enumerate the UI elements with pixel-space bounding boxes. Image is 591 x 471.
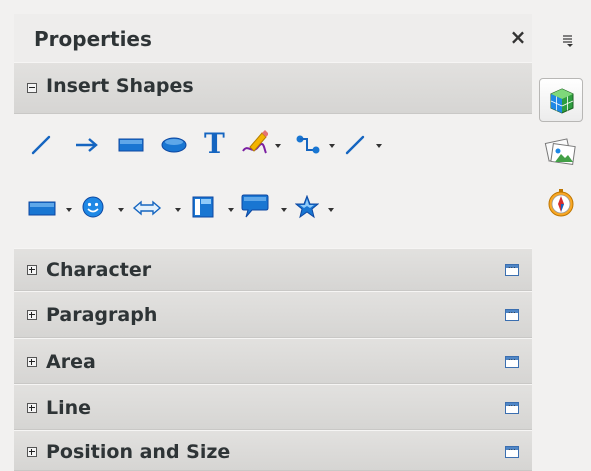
expand-icon[interactable] (27, 403, 37, 413)
ellipse-icon[interactable] (160, 136, 188, 154)
section-label: Character (46, 259, 152, 281)
section-label: Area (46, 351, 96, 373)
more-options-button[interactable] (505, 399, 519, 414)
flowchart-icon[interactable] (192, 196, 214, 218)
insert-shapes-toolbox: T (14, 114, 532, 248)
freeform-line-icon[interactable] (240, 129, 268, 157)
stars-dropdown-icon[interactable] (328, 208, 334, 212)
arrow-icon[interactable] (74, 136, 100, 154)
freeform-dropdown-icon[interactable] (275, 144, 281, 148)
section-label: Line (46, 397, 92, 419)
text-icon[interactable]: T (204, 127, 225, 160)
basic-shapes-icon[interactable] (28, 199, 56, 217)
more-options-button[interactable] (505, 443, 519, 458)
expand-icon[interactable] (27, 310, 37, 320)
callout-icon[interactable] (240, 193, 270, 219)
flowchart-dropdown-icon[interactable] (228, 208, 234, 212)
section-insert-shapes[interactable]: Insert Shapes (14, 62, 532, 114)
section-character[interactable]: Character (14, 248, 532, 291)
section-line[interactable]: Line (14, 384, 532, 430)
expand-icon[interactable] (27, 447, 37, 457)
navigator-tab-icon (548, 189, 574, 217)
sidebar-menu-icon[interactable] (562, 34, 574, 48)
connector-dropdown-icon[interactable] (329, 144, 335, 148)
panel-title: Properties (34, 27, 152, 51)
gallery-tab[interactable] (539, 130, 583, 174)
block-arrows-icon[interactable] (132, 199, 162, 217)
gallery-tab-icon (544, 138, 576, 166)
properties-tab-icon (550, 88, 574, 114)
more-options-button[interactable] (505, 306, 519, 321)
close-button[interactable]: × (508, 26, 528, 48)
section-label: Position and Size (46, 441, 231, 463)
more-options-button[interactable] (505, 261, 519, 276)
section-label: Paragraph (46, 304, 158, 326)
section-paragraph[interactable]: Paragraph (14, 291, 532, 338)
expand-icon[interactable] (27, 357, 37, 367)
lines-arrows-icon[interactable] (344, 134, 366, 156)
basic-shapes-dropdown-icon[interactable] (66, 208, 72, 212)
rectangle-icon[interactable] (118, 136, 144, 154)
symbol-shapes-icon[interactable] (81, 195, 105, 219)
lines-arrows-dropdown-icon[interactable] (376, 144, 382, 148)
line-icon[interactable] (30, 134, 52, 156)
collapse-icon[interactable] (27, 83, 37, 93)
properties-tab[interactable] (539, 78, 583, 122)
properties-panel: Properties × Insert Shapes T Character .… (14, 14, 532, 471)
navigator-tab[interactable] (539, 182, 583, 226)
stars-icon[interactable] (295, 195, 319, 219)
sidebar-tab-bar (537, 14, 591, 471)
block-arrows-dropdown-icon[interactable] (175, 208, 181, 212)
connector-icon[interactable] (295, 134, 321, 156)
section-area[interactable]: Area (14, 338, 532, 384)
callout-dropdown-icon[interactable] (281, 208, 287, 212)
expand-icon[interactable] (27, 265, 37, 275)
section-label: Insert Shapes (46, 75, 194, 97)
more-options-button[interactable] (505, 353, 519, 368)
section-position-and-size[interactable]: Position and Size (14, 430, 532, 471)
panel-header: Properties × (14, 14, 532, 62)
symbol-shapes-dropdown-icon[interactable] (118, 208, 124, 212)
